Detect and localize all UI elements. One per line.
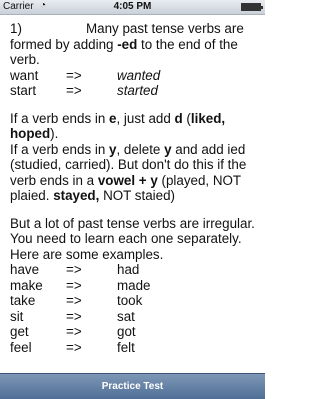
bottom-toolbar: Practice Test [0,373,265,399]
example-row: start => started [10,83,158,98]
rule-e-paragraph: If a verb ends in e, just add d (liked, … [10,110,226,142]
suffix-ed: -ed [117,36,138,52]
example-row: make => made [10,277,151,293]
section-number: 1) [10,21,22,36]
lesson-scroll-view[interactable]: 1) Many past tense verbs are formed by ad… [0,15,265,373]
example-row: take => took [10,293,143,308]
example-row: have => had [10,262,140,277]
status-bar: Carrier ◔ 4:05 PM [0,0,265,15]
example-row: want => wanted [10,67,161,83]
rule-y-paragraph: If a verb ends in y, delete y and add ie… [10,141,247,204]
intro-paragraph: 1) Many past tense verbs are formed by ad… [10,21,244,67]
clock: 4:05 PM [113,1,152,12]
example-row: feel => felt [10,339,135,355]
practice-test-button[interactable]: Practice Test [0,374,265,399]
irregular-intro: But a lot of past tense verbs are irregu… [10,215,255,262]
example-row: sit => sat [10,308,135,324]
battery-icon [241,3,263,11]
example-row: get => got [10,324,136,339]
